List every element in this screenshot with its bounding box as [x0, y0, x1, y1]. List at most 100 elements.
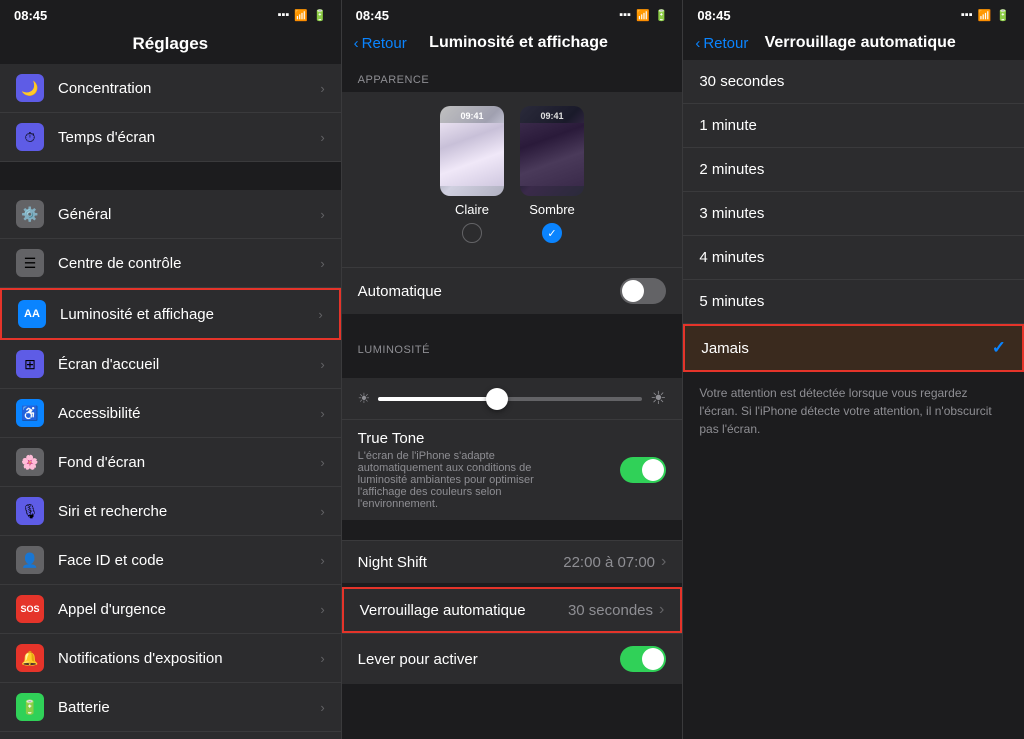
concentration-icon: 🌙: [16, 74, 44, 102]
faceid-icon: 👤: [16, 546, 44, 574]
panel-luminosite: 08:45 ▪▪▪ 📶 🔋 ‹ Retour Luminosité et aff…: [342, 0, 684, 739]
gap-lum: [342, 314, 683, 330]
lock-label-2min: 2 minutes: [699, 161, 764, 178]
lock-item-2min[interactable]: 2 minutes: [683, 148, 1024, 192]
radio-claire[interactable]: [462, 223, 482, 243]
item-fond-ecran[interactable]: 🌸 Fond d'écran ›: [0, 438, 341, 487]
true-tone-desc: L'écran de l'iPhone s'adapte automatique…: [358, 450, 578, 510]
batterie-icon: 🔋: [16, 693, 44, 721]
night-shift-right: 22:00 à 07:00 ›: [563, 553, 666, 571]
lock-item-4min[interactable]: 4 minutes: [683, 236, 1024, 280]
chevron-night-shift: ›: [661, 553, 666, 571]
item-general[interactable]: ⚙️ Général ›: [0, 190, 341, 239]
luminosity-section: ☀ ☀ True Tone L'écran de l'iPhone s'adap…: [342, 378, 683, 520]
item-batterie[interactable]: 🔋 Batterie ›: [0, 683, 341, 732]
centre-controle-icon: ☰: [16, 249, 44, 277]
item-ecran-accueil[interactable]: ⊞ Écran d'accueil ›: [0, 340, 341, 389]
lock-item-30sec[interactable]: 30 secondes: [683, 60, 1024, 104]
lock-item-3min[interactable]: 3 minutes: [683, 192, 1024, 236]
status-icons-3: ▪▪▪ 📶 🔋: [961, 9, 1010, 22]
time-2: 08:45: [356, 8, 389, 23]
true-tone-toggle[interactable]: [620, 457, 666, 483]
gap-1: [0, 162, 341, 190]
signal-icon: ▪▪▪: [278, 9, 290, 21]
chevron-centre-controle: ›: [320, 256, 324, 271]
true-tone-left: True Tone L'écran de l'iPhone s'adapte a…: [358, 430, 578, 510]
item-concentration[interactable]: 🌙 Concentration ›: [0, 64, 341, 113]
preview-sombre: 09:41: [520, 106, 584, 196]
nav-title-3: Verrouillage automatique: [748, 34, 972, 52]
slider-row: ☀ ☀: [342, 378, 683, 419]
auto-lock-row[interactable]: Verrouillage automatique 30 secondes ›: [342, 587, 683, 633]
checkmark-jamais: ✓: [992, 338, 1006, 358]
lock-label-30sec: 30 secondes: [699, 73, 784, 90]
lock-label-jamais: Jamais: [701, 340, 749, 357]
item-exposition[interactable]: 🔔 Notifications d'exposition ›: [0, 634, 341, 683]
lock-label-4min: 4 minutes: [699, 249, 764, 266]
auto-lock-right: 30 secondes ›: [568, 601, 664, 619]
slider-thumb: [486, 388, 508, 410]
lever-row: Lever pour activer: [342, 633, 683, 684]
auto-toggle-row: Automatique: [342, 267, 683, 314]
night-shift-value: 22:00 à 07:00: [563, 554, 655, 571]
lock-label-5min: 5 minutes: [699, 293, 764, 310]
status-icons-2: ▪▪▪ 📶 🔋: [619, 9, 668, 22]
section-main: ⚙️ Général › ☰ Centre de contrôle › AA L…: [0, 190, 341, 739]
accessibilite-label: Accessibilité: [58, 405, 320, 422]
lock-item-jamais[interactable]: Jamais ✓: [683, 324, 1024, 372]
siri-label: Siri et recherche: [58, 503, 320, 520]
urgence-label: Appel d'urgence: [58, 601, 320, 618]
item-luminosite[interactable]: AA Luminosité et affichage ›: [0, 288, 341, 340]
item-accessibilite[interactable]: ♿ Accessibilité ›: [0, 389, 341, 438]
panel-verrouillage: 08:45 ▪▪▪ 📶 🔋 ‹ Retour Verrouillage auto…: [683, 0, 1024, 739]
wifi-icon-3: 📶: [978, 9, 992, 22]
auto-lock-value: 30 secondes: [568, 602, 653, 619]
chevron-accessibilite: ›: [320, 406, 324, 421]
status-bar-1: 08:45 ▪▪▪ 📶 🔋: [0, 0, 341, 28]
chevron-ecran-accueil: ›: [320, 357, 324, 372]
lock-list: 30 secondes 1 minute 2 minutes 3 minutes…: [683, 60, 1024, 372]
appearance-options: 09:41 Claire 09:41 Sombre: [358, 106, 667, 243]
item-siri[interactable]: 🎙 Siri et recherche ›: [0, 487, 341, 536]
chevron-auto-lock: ›: [659, 601, 664, 619]
general-label: Général: [58, 206, 320, 223]
sombre-time: 09:41: [520, 106, 584, 121]
status-bar-3: 08:45 ▪▪▪ 📶 🔋: [683, 0, 1024, 28]
time-1: 08:45: [14, 8, 47, 23]
item-confidentialite[interactable]: 🖐 Confidentialité ›: [0, 732, 341, 739]
temps-ecran-icon: ⏱: [16, 123, 44, 151]
night-shift-row[interactable]: Night Shift 22:00 à 07:00 ›: [342, 540, 683, 583]
lock-item-5min[interactable]: 5 minutes: [683, 280, 1024, 324]
true-tone-label: True Tone: [358, 430, 578, 447]
battery-icon-3: 🔋: [996, 9, 1010, 22]
brightness-slider[interactable]: [378, 397, 642, 401]
lever-toggle[interactable]: [620, 646, 666, 672]
exposition-icon: 🔔: [16, 644, 44, 672]
luminosite-label: Luminosité et affichage: [60, 306, 318, 323]
option-sombre[interactable]: 09:41 Sombre: [520, 106, 584, 243]
back-button-2[interactable]: ‹ Retour: [354, 35, 407, 52]
nav-bar-3: ‹ Retour Verrouillage automatique: [683, 28, 1024, 60]
auto-label: Automatique: [358, 283, 442, 300]
ecran-accueil-label: Écran d'accueil: [58, 356, 320, 373]
urgence-icon: SOS: [16, 595, 44, 623]
chevron-back-2: ‹: [354, 35, 359, 52]
item-urgence[interactable]: SOS Appel d'urgence ›: [0, 585, 341, 634]
temps-ecran-label: Temps d'écran: [58, 129, 320, 146]
option-claire[interactable]: 09:41 Claire: [440, 106, 504, 243]
sombre-label: Sombre: [529, 202, 575, 217]
centre-controle-label: Centre de contrôle: [58, 255, 320, 272]
gap-ns: [342, 520, 683, 530]
lever-label: Lever pour activer: [358, 651, 478, 668]
status-bar-2: 08:45 ▪▪▪ 📶 🔋: [342, 0, 683, 28]
battery-icon-2: 🔋: [655, 9, 669, 22]
back-button-3[interactable]: ‹ Retour: [695, 35, 748, 52]
lock-item-1min[interactable]: 1 minute: [683, 104, 1024, 148]
fond-ecran-icon: 🌸: [16, 448, 44, 476]
radio-sombre[interactable]: [542, 223, 562, 243]
item-temps-ecran[interactable]: ⏱ Temps d'écran ›: [0, 113, 341, 162]
item-faceid[interactable]: 👤 Face ID et code ›: [0, 536, 341, 585]
auto-toggle[interactable]: [620, 278, 666, 304]
item-centre-controle[interactable]: ☰ Centre de contrôle ›: [0, 239, 341, 288]
wifi-icon-2: 📶: [636, 9, 650, 22]
